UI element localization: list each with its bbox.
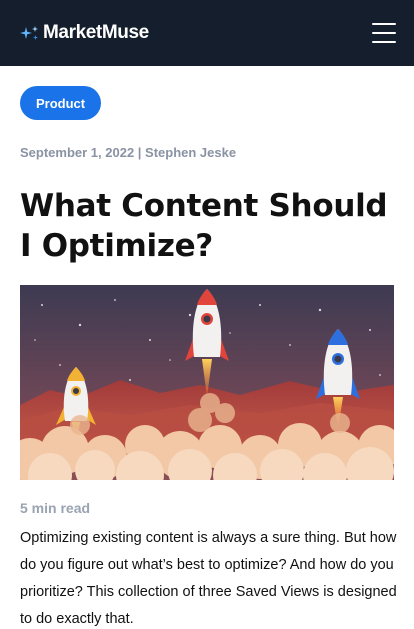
article-intro: Optimizing existing content is always a … xyxy=(20,530,397,627)
menu-bar xyxy=(372,23,396,25)
read-time: 5 min read xyxy=(20,500,91,516)
category-tag-button[interactable]: Product xyxy=(20,86,102,120)
article-title: What Content Should I Optimize? xyxy=(20,188,388,264)
top-navigation-bar: MarketMuse xyxy=(0,0,414,66)
article-byline: September 1, 2022 | Stephen Jeske xyxy=(20,145,237,160)
marketmuse-logo[interactable]: MarketMuse xyxy=(20,22,149,44)
menu-bar xyxy=(372,41,396,43)
logo-wordmark: MarketMuse xyxy=(43,22,149,43)
hero-image xyxy=(20,285,394,480)
sparkle-logo-icon xyxy=(20,26,38,40)
rockets-launching-illustration xyxy=(20,285,394,480)
hamburger-menu-icon[interactable] xyxy=(372,23,396,43)
menu-bar xyxy=(372,32,396,34)
